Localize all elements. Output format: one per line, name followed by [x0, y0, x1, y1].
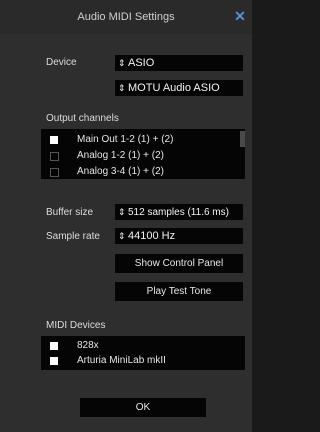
updown-arrow-icon: ⇕	[118, 83, 126, 93]
checkbox[interactable]	[50, 152, 59, 161]
device-driver-dropdown[interactable]: ⇕ ASIO	[115, 55, 243, 71]
checkbox[interactable]	[50, 168, 59, 177]
close-icon[interactable]: ✕	[232, 7, 248, 25]
midi-devices-heading: MIDI Devices	[46, 320, 106, 331]
play-test-tone-button[interactable]: Play Test Tone	[115, 282, 243, 301]
checkbox[interactable]	[50, 136, 58, 144]
title-bar[interactable]: Audio MIDI Settings ✕	[0, 0, 252, 34]
updown-arrow-icon: ⇕	[118, 58, 126, 68]
audio-midi-settings-window: Audio MIDI Settings ✕ Device ⇕ ASIO ⇕ MOTU…	[0, 0, 252, 432]
buffer-size-label: Buffer size	[46, 207, 94, 218]
buffer-size-value: 512 samples (11.6 ms)	[128, 207, 229, 218]
output-channel-label: Analog 3-4 (1) + (2)	[77, 166, 164, 177]
midi-devices-list: 828x Arturia MiniLab mkII	[41, 336, 245, 370]
midi-device-label: 828x	[77, 340, 99, 351]
ok-button[interactable]: OK	[80, 398, 206, 417]
buffer-size-dropdown[interactable]: ⇕ 512 samples (11.6 ms)	[115, 204, 243, 220]
updown-arrow-icon: ⇕	[118, 207, 126, 217]
window-title: Audio MIDI Settings	[77, 11, 175, 23]
output-channel-item[interactable]: Main Out 1-2 (1) + (2)	[41, 133, 237, 147]
output-channels-heading: Output channels	[46, 113, 119, 124]
sample-rate-label: Sample rate	[46, 231, 100, 242]
scrollbar-thumb[interactable]	[240, 131, 245, 147]
sample-rate-dropdown[interactable]: ⇕ 44100 Hz	[115, 228, 243, 244]
device-label: Device	[46, 57, 77, 68]
checkbox[interactable]	[50, 357, 58, 365]
device-driver-value: ASIO	[128, 57, 155, 69]
device-interface-dropdown[interactable]: ⇕ MOTU Audio ASIO	[115, 80, 243, 96]
updown-arrow-icon: ⇕	[118, 231, 126, 241]
midi-device-item[interactable]: 828x	[41, 339, 241, 353]
device-interface-value: MOTU Audio ASIO	[128, 82, 220, 94]
output-channel-label: Main Out 1-2 (1) + (2)	[77, 134, 174, 145]
show-control-panel-button[interactable]: Show Control Panel	[115, 254, 243, 273]
output-channel-item[interactable]: Analog 1-2 (1) + (2)	[41, 149, 237, 163]
checkbox[interactable]	[50, 342, 58, 350]
output-channel-label: Analog 1-2 (1) + (2)	[77, 150, 164, 161]
output-channels-list: Main Out 1-2 (1) + (2) Analog 1-2 (1) + …	[41, 129, 245, 179]
midi-device-label: Arturia MiniLab mkII	[77, 355, 166, 366]
sample-rate-value: 44100 Hz	[128, 230, 176, 242]
output-channel-item[interactable]: Analog 3-4 (1) + (2)	[41, 165, 237, 179]
midi-device-item[interactable]: Arturia MiniLab mkII	[41, 354, 241, 368]
